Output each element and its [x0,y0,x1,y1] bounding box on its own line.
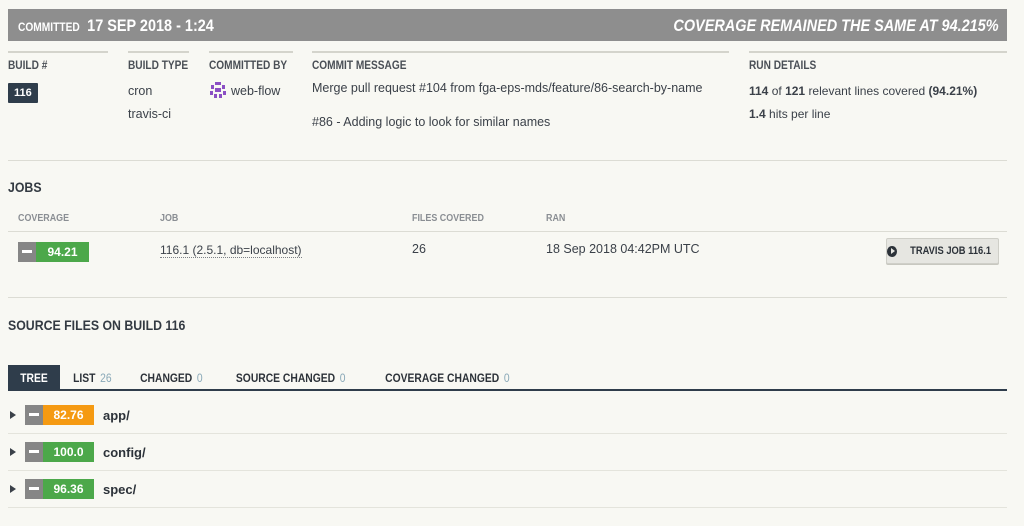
divider [8,297,1007,298]
of-text: of [771,84,782,98]
jobs-title: JOBS [8,179,42,195]
job-coverage-badge: 94.21 [18,242,89,262]
job-link[interactable]: 116.1 (2.5.1, db=localhost) [160,243,302,258]
tab-coverage-changed[interactable]: COVERAGE CHANGED 0 [365,365,530,390]
coverage-change-icon [25,479,43,499]
jobs-header-files[interactable]: FILES COVERED [412,212,484,224]
triangle-right-icon[interactable] [10,485,16,493]
tree-row-config[interactable]: 100.0 config/ [8,434,1007,471]
tab-tree[interactable]: TREE [8,365,61,390]
tab-list-label: LIST [73,370,96,385]
coverage-change-icon [25,405,43,425]
job-link-text[interactable]: 116.1 (2.5.1, db=localhost) [160,243,302,258]
committed-by-column: COMMITTED BY web-flow [209,51,293,99]
committed-label: COMMITTED [18,20,80,34]
job-files-covered: 26 [412,242,426,256]
tab-tree-label: TREE [20,370,48,385]
tree-row-spec[interactable]: 96.36 spec/ [8,471,1007,508]
tab-changed-label: CHANGED [139,370,192,385]
committed-by-label: COMMITTED BY [209,60,288,72]
build-number-badge[interactable]: 116 [8,83,38,103]
arrow-circle-right-icon [887,245,897,257]
jobs-header-divider [8,231,1007,232]
tab-list-count: 26 [100,370,112,385]
run-details-label: RUN DETAILS [749,60,817,72]
lines-total-count: 121 [785,84,806,98]
tab-changed-count: 0 [196,370,203,385]
lines-covered-text: 114 of 121 relevant lines covered (94.21… [749,84,1007,98]
source-tabs: TREE LIST 26 CHANGED 0 SOURCE CHANGED 0 … [8,365,530,390]
web-flow-avatar [209,81,227,99]
tree-coverage-value: 100.0 [43,442,94,462]
coverage-change-icon [25,442,43,462]
tree-coverage-value: 96.36 [43,479,94,499]
commit-message-line-2: #86 - Adding logic to look for similar n… [312,115,551,129]
commit-message-label: COMMIT MESSAGE [312,60,407,72]
build-type-travis: travis-ci [128,107,172,121]
build-type-cron: cron [128,84,153,98]
divider [8,160,1007,161]
build-type-label: BUILD TYPE [128,60,189,72]
tab-changed[interactable]: CHANGED 0 [125,365,218,390]
tab-list[interactable]: LIST 26 [60,365,125,390]
hits-per-line: 1.4 hits per line [749,107,1007,121]
hits-value: 1.4 [749,107,766,121]
job-coverage-value: 94.21 [36,242,89,262]
tree-coverage-badge: 100.0 [25,442,94,462]
tree-coverage-value: 82.76 [43,405,94,425]
tab-source-changed-label: SOURCE CHANGED [236,370,336,385]
tree-coverage-badge: 82.76 [25,405,94,425]
lines-covered-count: 114 [749,84,769,98]
triangle-right-icon[interactable] [10,411,16,419]
build-header: COMMITTED 17 SEP 2018 - 1:24 COVERAGE RE… [8,9,1007,41]
lines-covered-pct: (94.21%) [928,84,978,98]
job-ran-time: 18 Sep 2018 04:42PM UTC [546,242,700,256]
source-files-title: SOURCE FILES ON BUILD 116 [8,317,186,333]
jobs-header-ran[interactable]: RAN [546,212,565,224]
tab-coverage-changed-count: 0 [503,370,510,385]
tab-coverage-changed-label: COVERAGE CHANGED [384,370,500,385]
coverage-change-icon [18,242,36,262]
tab-source-changed[interactable]: SOURCE CHANGED 0 [217,365,364,390]
build-type-column: BUILD TYPE cron travis-ci [128,51,189,121]
committed-info: COMMITTED 17 SEP 2018 - 1:24 [18,16,214,36]
coverage-status: COVERAGE REMAINED THE SAME AT 94.215% [673,16,999,35]
jobs-header-coverage[interactable]: COVERAGE [18,212,69,224]
tree-folder-name[interactable]: app/ [103,408,130,423]
tree-coverage-badge: 96.36 [25,479,94,499]
committed-by-name: web-flow [231,84,281,98]
hits-text: hits per line [769,107,831,121]
travis-job-button-label: TRAVIS JOB 116.1 [909,245,991,257]
travis-job-button[interactable]: TRAVIS JOB 116.1 [886,238,999,264]
committed-by-user[interactable]: web-flow [209,81,293,99]
triangle-right-icon[interactable] [10,448,16,456]
committed-date: 17 SEP 2018 - 1:24 [87,16,214,35]
tree-folder-name[interactable]: config/ [103,445,146,460]
commit-message-column: COMMIT MESSAGE Merge pull request #104 f… [312,51,729,129]
build-number-label: BUILD # [8,60,48,72]
tree-row-app[interactable]: 82.76 app/ [8,397,1007,434]
tabs-underline [8,389,1007,391]
build-number-column: BUILD # 116 [8,51,108,103]
jobs-header-job[interactable]: JOB [160,212,178,224]
tree-folder-name[interactable]: spec/ [103,482,136,497]
tab-source-changed-count: 0 [340,370,346,385]
run-details-column: RUN DETAILS 114 of 121 relevant lines co… [749,51,1007,121]
relevant-lines-text: relevant lines covered [808,84,926,98]
commit-message-line-1: Merge pull request #104 from fga-eps-mds… [312,81,703,95]
